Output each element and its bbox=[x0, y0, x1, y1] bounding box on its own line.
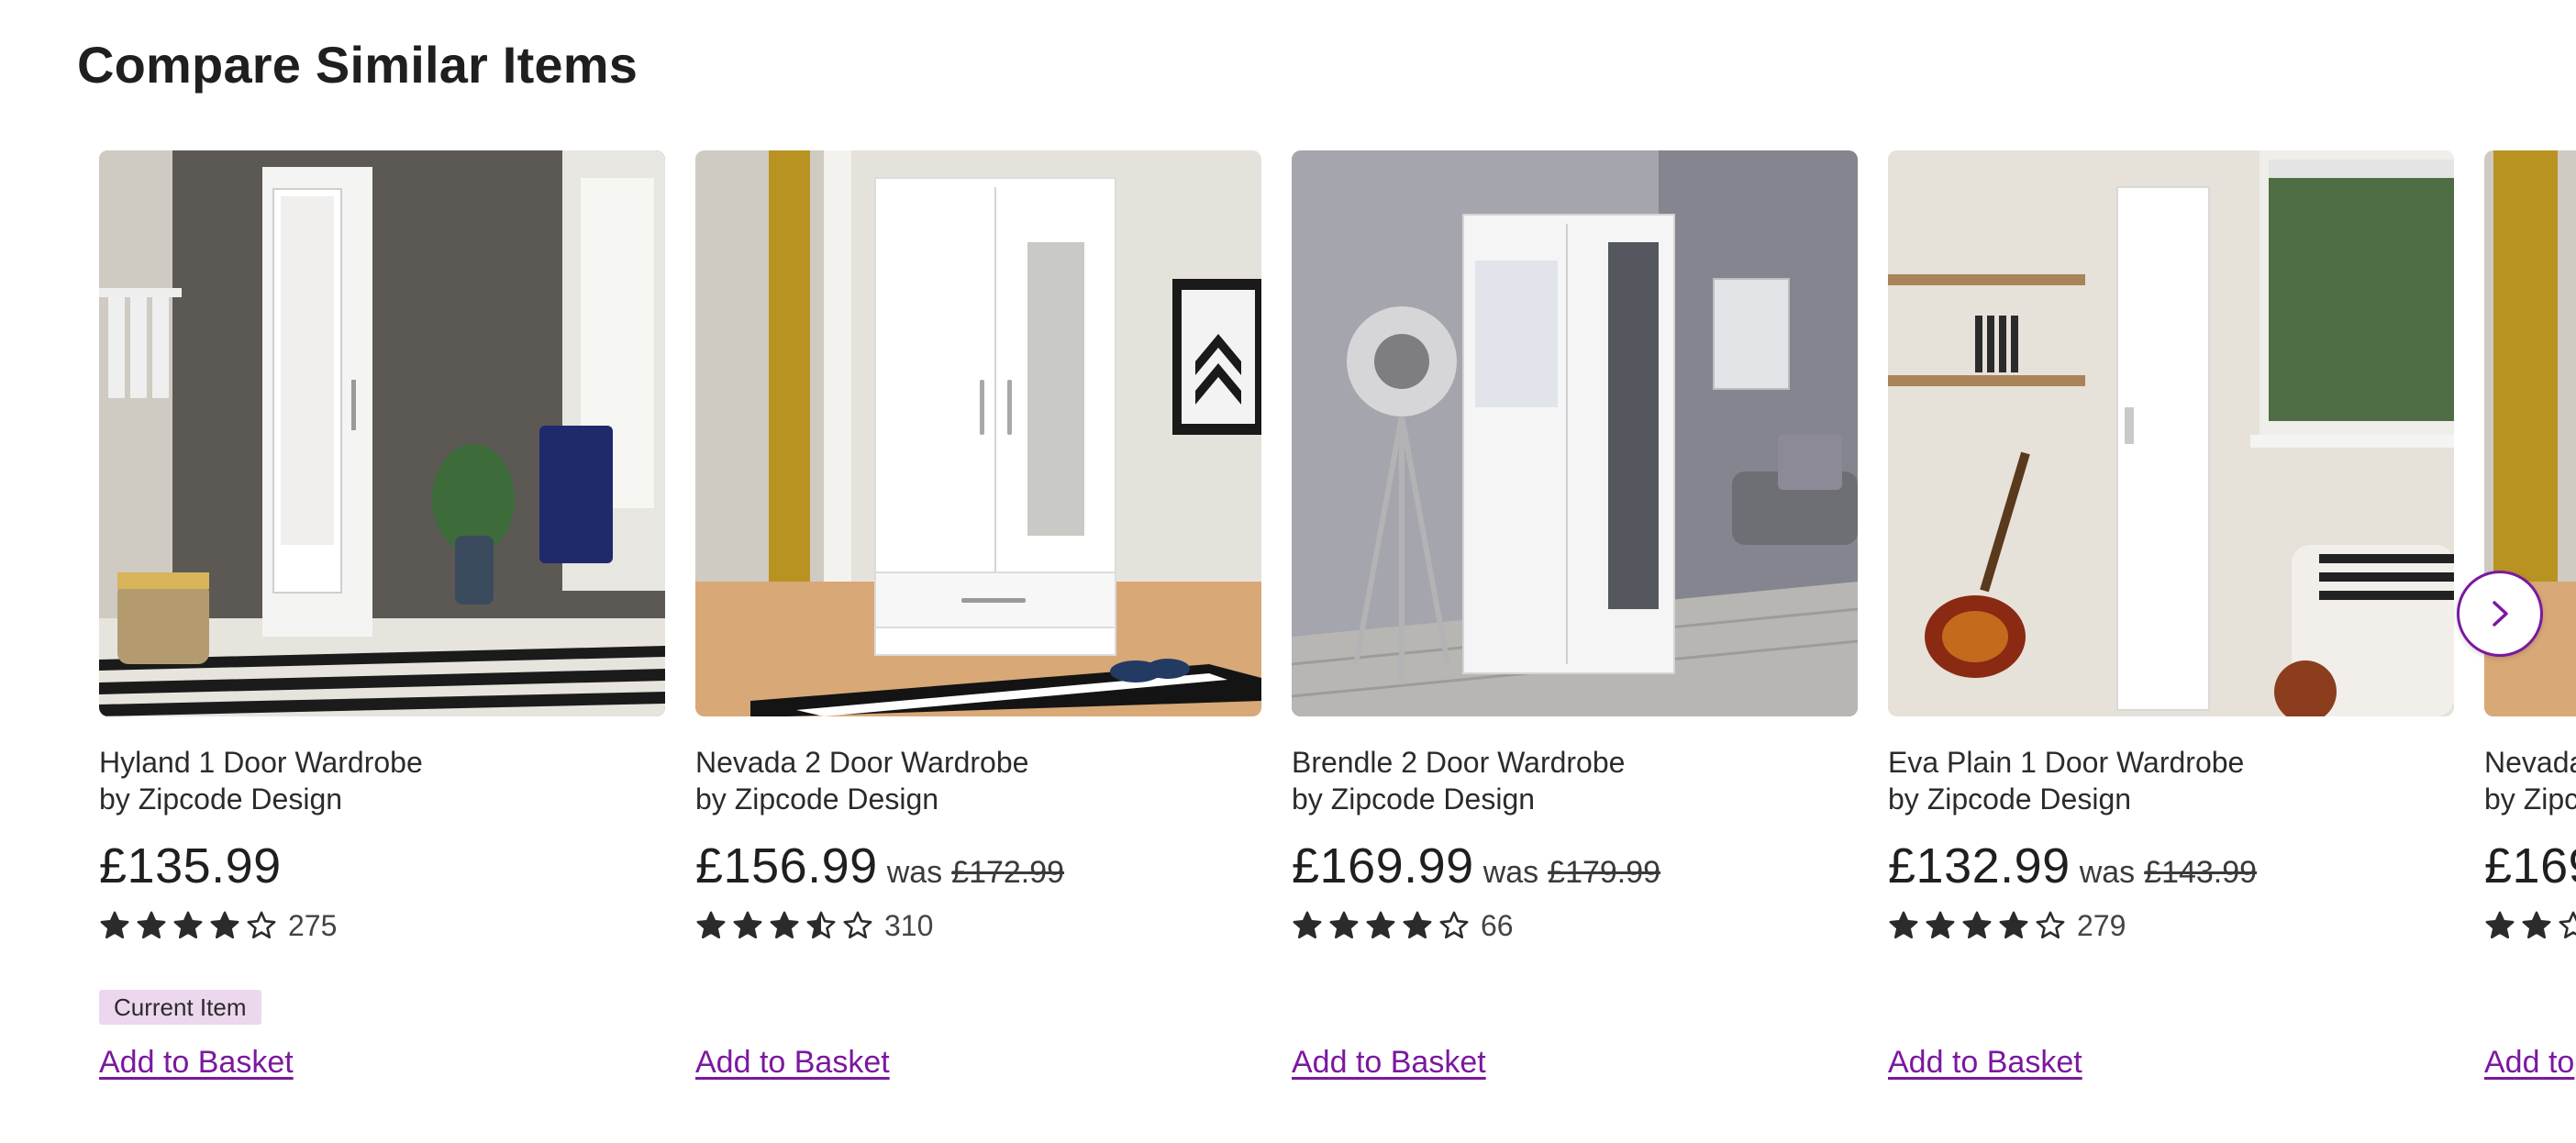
rating: 66 bbox=[1292, 907, 1858, 944]
star-empty-icon bbox=[247, 911, 276, 939]
product-image[interactable] bbox=[695, 150, 1261, 716]
product-image-art bbox=[1292, 150, 1858, 716]
product-name[interactable]: Eva Plain 1 Door Wardrobe by Zipcode Des… bbox=[1888, 744, 2454, 817]
star-filled-icon bbox=[2485, 911, 2515, 939]
star-filled-icon bbox=[770, 911, 799, 939]
star-empty-icon bbox=[2036, 911, 2065, 939]
review-count[interactable]: 279 bbox=[2077, 909, 2126, 943]
chevron-right-icon bbox=[2493, 601, 2508, 627]
was-price: £179.99 bbox=[1548, 855, 1661, 890]
star-filled-icon bbox=[1889, 911, 1918, 939]
product-carousel: Hyland 1 Door Wardrobe by Zipcode Design… bbox=[99, 150, 2576, 1143]
star-rating bbox=[99, 910, 283, 941]
price-row: £169.99 was £179.99 bbox=[1292, 838, 1858, 893]
star-rating bbox=[1888, 910, 2071, 941]
product-name[interactable]: Nevada 2 Door Wardrobe by Zipcode Design bbox=[695, 744, 1261, 817]
star-rating bbox=[1292, 910, 1475, 941]
star-filled-icon bbox=[100, 911, 129, 939]
star-filled-icon bbox=[1293, 911, 1322, 939]
rating: 279 bbox=[1888, 907, 2454, 944]
star-filled-icon bbox=[1366, 911, 1395, 939]
product-name[interactable]: Nevada by Zipc bbox=[2484, 744, 2576, 817]
star-empty-icon bbox=[1439, 911, 1469, 939]
price-row: £132.99 was £143.99 bbox=[1888, 838, 2454, 893]
star-half-icon bbox=[806, 911, 836, 939]
star-filled-icon bbox=[173, 911, 203, 939]
was-price: £172.99 bbox=[951, 855, 1065, 890]
was-label: was bbox=[2079, 855, 2136, 890]
add-to-basket-link[interactable]: Add to bbox=[2484, 1045, 2574, 1081]
rating: 275 bbox=[99, 907, 665, 944]
product-name[interactable]: Brendle 2 Door Wardrobe by Zipcode Desig… bbox=[1292, 744, 1858, 817]
product-image-art bbox=[1888, 150, 2454, 716]
was-label: was bbox=[1482, 855, 1539, 890]
star-filled-icon bbox=[696, 911, 726, 939]
rating: 310 bbox=[695, 907, 1261, 944]
product-image[interactable] bbox=[99, 150, 665, 716]
was-label: was bbox=[886, 855, 943, 890]
star-filled-icon bbox=[2522, 911, 2551, 939]
product-card[interactable]: Nevada by Zipc £169 Add to bbox=[2484, 150, 2576, 1080]
product-card[interactable]: Hyland 1 Door Wardrobe by Zipcode Design… bbox=[99, 150, 665, 1080]
star-filled-icon bbox=[1329, 911, 1359, 939]
star-filled-icon bbox=[137, 911, 166, 939]
add-to-basket-link[interactable]: Add to Basket bbox=[1292, 1045, 1486, 1081]
price-row: £169 bbox=[2484, 838, 2576, 893]
price-row: £135.99 bbox=[99, 838, 665, 893]
star-filled-icon bbox=[1962, 911, 1992, 939]
star-rating bbox=[695, 910, 879, 941]
review-count[interactable]: 66 bbox=[1481, 909, 1514, 943]
product-card[interactable]: Brendle 2 Door Wardrobe by Zipcode Desig… bbox=[1292, 150, 1858, 1080]
star-filled-icon bbox=[210, 911, 239, 939]
star-empty-icon bbox=[2559, 911, 2576, 939]
section-title: Compare Similar Items bbox=[77, 36, 638, 94]
star-filled-icon bbox=[1926, 911, 1955, 939]
rating bbox=[2484, 907, 2576, 944]
price: £169.99 bbox=[1292, 838, 1474, 893]
product-card[interactable]: Nevada 2 Door Wardrobe by Zipcode Design… bbox=[695, 150, 1261, 1080]
price: £135.99 bbox=[99, 838, 282, 893]
star-filled-icon bbox=[1999, 911, 2028, 939]
review-count[interactable]: 275 bbox=[288, 909, 337, 943]
product-image-art bbox=[99, 150, 665, 716]
product-image-art bbox=[695, 150, 1261, 716]
add-to-basket-link[interactable]: Add to Basket bbox=[1888, 1045, 2082, 1081]
product-image[interactable] bbox=[1292, 150, 1858, 716]
add-to-basket-link[interactable]: Add to Basket bbox=[695, 1045, 890, 1081]
add-to-basket-link[interactable]: Add to Basket bbox=[99, 1045, 294, 1081]
carousel-next-button[interactable] bbox=[2457, 571, 2543, 657]
star-empty-icon bbox=[843, 911, 872, 939]
product-name[interactable]: Hyland 1 Door Wardrobe by Zipcode Design bbox=[99, 744, 665, 817]
star-rating bbox=[2484, 910, 2576, 941]
review-count[interactable]: 310 bbox=[884, 909, 933, 943]
price-row: £156.99 was £172.99 bbox=[695, 838, 1261, 893]
star-filled-icon bbox=[1403, 911, 1432, 939]
current-item-badge: Current Item bbox=[99, 990, 261, 1025]
star-filled-icon bbox=[733, 911, 762, 939]
was-price: £143.99 bbox=[2144, 855, 2258, 890]
price: £169 bbox=[2484, 838, 2576, 893]
product-card[interactable]: Eva Plain 1 Door Wardrobe by Zipcode Des… bbox=[1888, 150, 2454, 1080]
price: £156.99 bbox=[695, 838, 878, 893]
price: £132.99 bbox=[1888, 838, 2071, 893]
product-image[interactable] bbox=[1888, 150, 2454, 716]
